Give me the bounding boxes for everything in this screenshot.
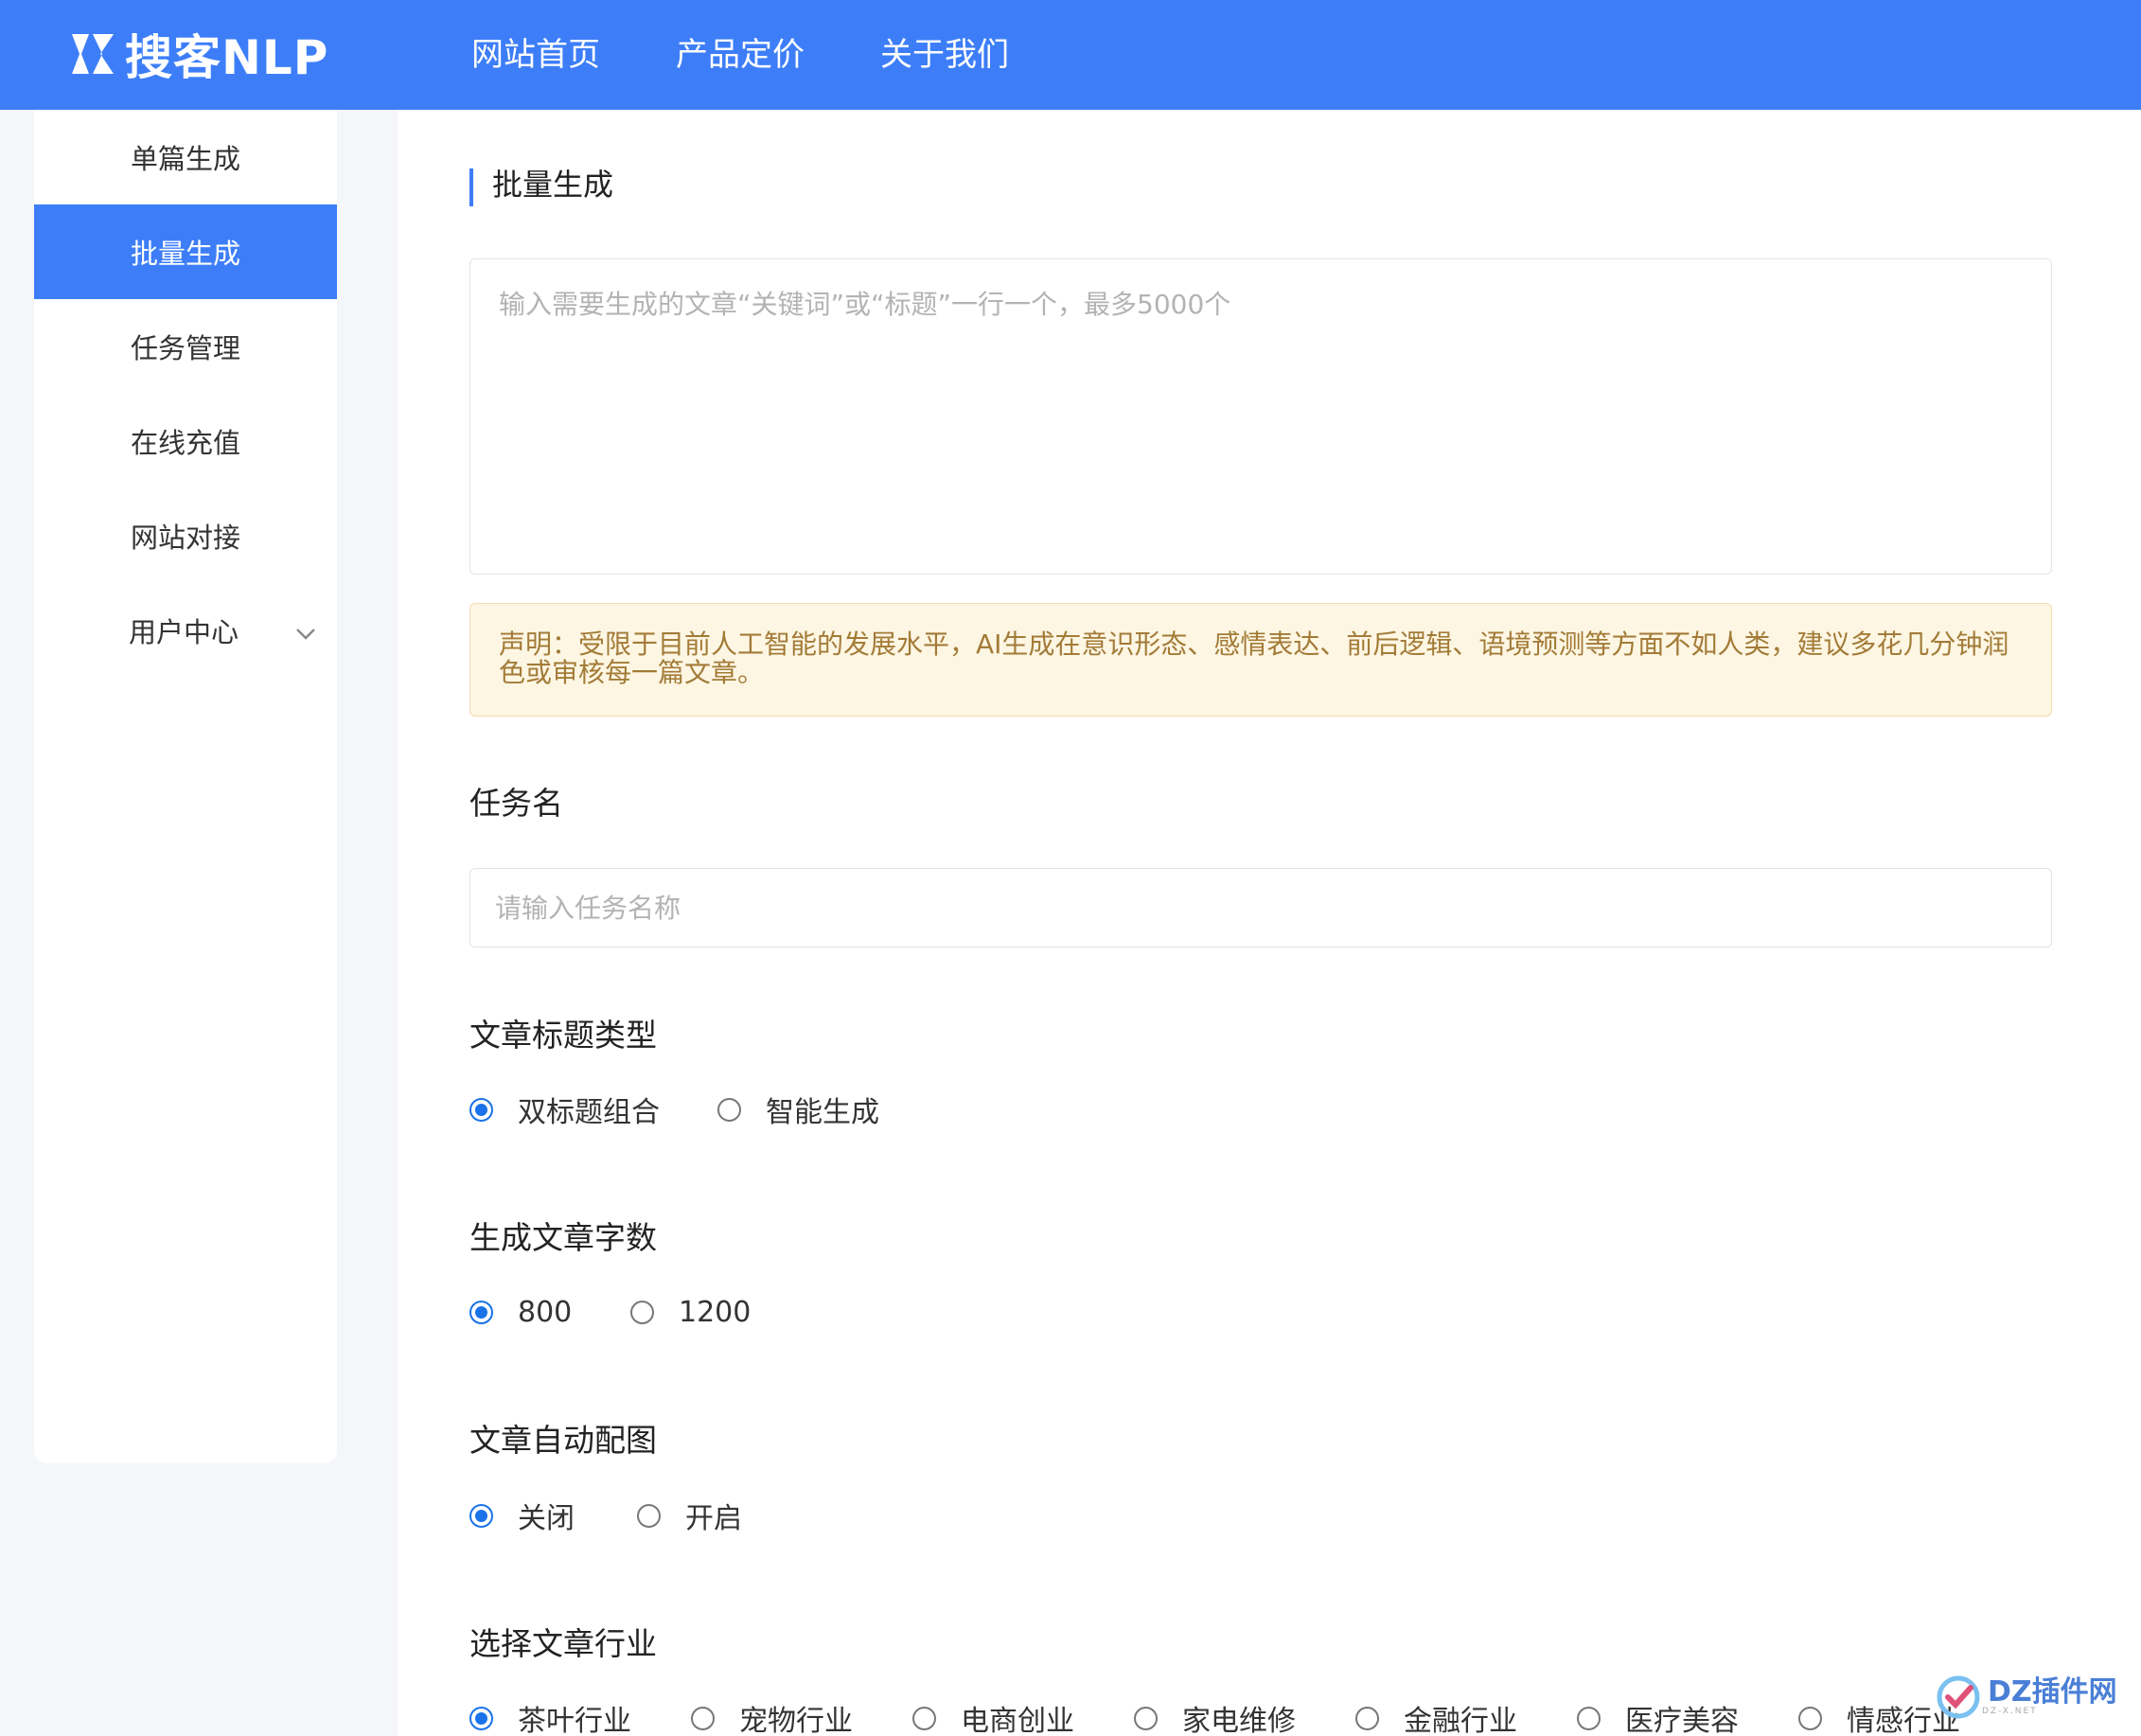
radio-unchecked-icon bbox=[1355, 1706, 1379, 1730]
radio-unchecked-icon bbox=[637, 1503, 661, 1528]
watermark: DZ插件网 DZ-X.NET bbox=[1935, 1664, 2133, 1730]
radio-label: 800 bbox=[518, 1295, 573, 1329]
radio-image-off[interactable]: 关闭 bbox=[469, 1497, 575, 1535]
radio-label: 家电维修 bbox=[1182, 1705, 1296, 1736]
nav-home[interactable]: 网站首页 bbox=[471, 0, 600, 110]
title-type-label: 文章标题类型 bbox=[469, 1017, 657, 1054]
nav-about[interactable]: 关于我们 bbox=[880, 0, 1009, 110]
radio-label: 茶叶行业 bbox=[518, 1705, 631, 1736]
industry-group: 茶叶行业 宠物行业 电商创业 家电维修 金融行业 医疗美容 情感行业 bbox=[469, 1699, 2135, 1736]
sidebar-item-label: 在线充值 bbox=[130, 427, 240, 459]
radio-title-smart[interactable]: 智能生成 bbox=[717, 1090, 879, 1129]
auto-image-label: 文章自动配图 bbox=[469, 1422, 657, 1459]
radio-label: 关闭 bbox=[518, 1502, 575, 1535]
sidebar-item-batch[interactable]: 批量生成 bbox=[34, 204, 337, 299]
radio-title-dual[interactable]: 双标题组合 bbox=[469, 1090, 660, 1129]
radio-label: 医疗美容 bbox=[1625, 1705, 1739, 1736]
radio-industry-ecommerce[interactable]: 电商创业 bbox=[912, 1699, 1074, 1736]
radio-industry-appliance[interactable]: 家电维修 bbox=[1134, 1699, 1296, 1736]
radio-label: 开启 bbox=[685, 1502, 742, 1535]
radio-label: 宠物行业 bbox=[739, 1705, 853, 1736]
radio-unchecked-icon bbox=[912, 1706, 936, 1730]
top-navbar: 搜客NLP 网站首页 产品定价 关于我们 bbox=[0, 0, 2141, 110]
radio-label: 电商创业 bbox=[961, 1705, 1074, 1736]
radio-industry-pet[interactable]: 宠物行业 bbox=[691, 1699, 853, 1736]
sidebar-item-single[interactable]: 单篇生成 bbox=[34, 110, 337, 204]
radio-checked-icon bbox=[469, 1503, 493, 1528]
top-nav: 网站首页 产品定价 关于我们 bbox=[471, 0, 1085, 110]
radio-image-on[interactable]: 开启 bbox=[637, 1497, 742, 1535]
radio-industry-finance[interactable]: 金融行业 bbox=[1355, 1699, 1517, 1736]
sidebar-item-label: 任务管理 bbox=[130, 332, 240, 364]
radio-checked-icon bbox=[469, 1097, 493, 1122]
radio-unchecked-icon bbox=[717, 1097, 741, 1122]
radio-label: 金融行业 bbox=[1404, 1705, 1517, 1736]
radio-unchecked-icon bbox=[1134, 1706, 1158, 1730]
watermark-check-icon bbox=[1937, 1675, 1980, 1719]
keywords-textarea[interactable] bbox=[469, 258, 2052, 575]
radio-words-800[interactable]: 800 bbox=[469, 1293, 572, 1331]
sidebar-item-label: 批量生成 bbox=[130, 238, 240, 270]
radio-unchecked-icon bbox=[691, 1706, 715, 1730]
sidebar-item-label: 用户中心 bbox=[129, 616, 239, 648]
sidebar-item-integration[interactable]: 网站对接 bbox=[34, 488, 337, 583]
radio-label: 双标题组合 bbox=[518, 1096, 660, 1129]
radio-unchecked-icon bbox=[630, 1300, 654, 1324]
sidebar-item-label: 网站对接 bbox=[130, 522, 240, 554]
page-title: 批量生成 bbox=[469, 168, 613, 206]
radio-industry-tea[interactable]: 茶叶行业 bbox=[469, 1699, 631, 1736]
logo-icon bbox=[68, 30, 119, 78]
radio-checked-icon bbox=[469, 1300, 493, 1324]
radio-industry-medical[interactable]: 医疗美容 bbox=[1577, 1699, 1739, 1736]
radio-label: 智能生成 bbox=[766, 1096, 879, 1129]
industry-label: 选择文章行业 bbox=[469, 1625, 657, 1662]
radio-label: 1200 bbox=[679, 1295, 752, 1329]
radio-words-1200[interactable]: 1200 bbox=[630, 1293, 751, 1331]
sidebar-item-recharge[interactable]: 在线充值 bbox=[34, 394, 337, 488]
sidebar-item-tasks[interactable]: 任务管理 bbox=[34, 299, 337, 394]
radio-unchecked-icon bbox=[1577, 1706, 1601, 1730]
nav-pricing[interactable]: 产品定价 bbox=[676, 0, 805, 110]
main-panel: 批量生成 声明：受限于目前人工智能的发展水平，AI生成在意识形态、感情表达、前后… bbox=[398, 110, 2141, 1736]
watermark-text: DZ插件网 bbox=[1988, 1675, 2117, 1709]
radio-unchecked-icon bbox=[1798, 1706, 1822, 1730]
word-count-label: 生成文章字数 bbox=[469, 1219, 657, 1256]
logo-text: 搜客NLP bbox=[125, 30, 329, 85]
logo[interactable]: 搜客NLP bbox=[68, 25, 328, 85]
sidebar-item-user-center[interactable]: 用户中心 bbox=[34, 583, 337, 678]
radio-checked-icon bbox=[469, 1706, 493, 1730]
sidebar: 单篇生成 批量生成 任务管理 在线充值 网站对接 用户中心 bbox=[34, 110, 337, 1463]
disclaimer-notice: 声明：受限于目前人工智能的发展水平，AI生成在意识形态、感情表达、前后逻辑、语境… bbox=[469, 603, 2052, 717]
task-name-input[interactable] bbox=[469, 868, 2052, 948]
task-name-label: 任务名 bbox=[469, 785, 563, 822]
chevron-down-icon bbox=[295, 619, 316, 640]
sidebar-item-label: 单篇生成 bbox=[130, 143, 240, 175]
